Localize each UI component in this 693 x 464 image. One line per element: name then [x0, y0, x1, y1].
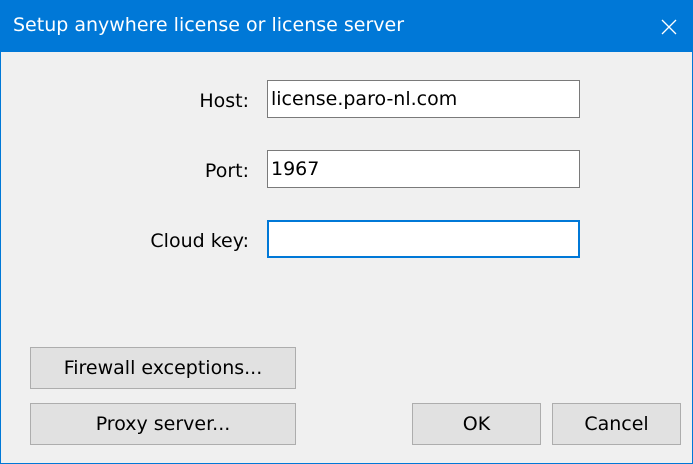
close-icon	[661, 19, 677, 34]
ok-button[interactable]: OK	[412, 403, 541, 445]
host-label: Host:	[199, 90, 249, 112]
dialog-window: Setup anywhere license or license server…	[0, 0, 693, 464]
dialog-title: Setup anywhere license or license server	[13, 14, 405, 36]
port-input[interactable]: 1967	[267, 150, 580, 188]
host-input[interactable]: license.paro-nl.com	[267, 80, 580, 118]
cloud-key-label: Cloud key:	[150, 230, 249, 252]
title-bar: Setup anywhere license or license server	[1, 1, 692, 52]
firewall-exceptions-button[interactable]: Firewall exceptions...	[30, 347, 296, 389]
proxy-server-button[interactable]: Proxy server...	[30, 403, 296, 445]
port-label: Port:	[204, 160, 249, 182]
close-button[interactable]	[646, 1, 692, 52]
cloud-key-input[interactable]	[267, 220, 580, 258]
cancel-button[interactable]: Cancel	[552, 403, 681, 445]
